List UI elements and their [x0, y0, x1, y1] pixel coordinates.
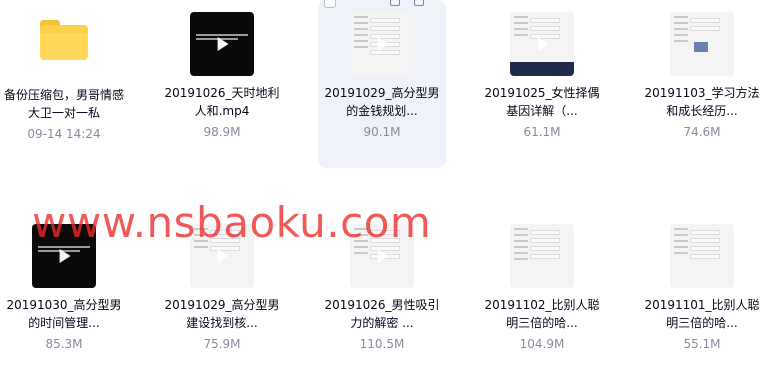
more-icon[interactable]: [414, 0, 424, 6]
file-name: 20191101_比别人聪明三倍的哈...: [644, 298, 760, 330]
file-name: 20191026_男性吸引力的解密 ...: [324, 298, 440, 330]
file-item-folder[interactable]: 备份压缩包，男哥情感 大卫一对一私 09-14 14:24: [0, 12, 128, 142]
video-thumbnail: [670, 224, 734, 288]
play-icon: [217, 249, 229, 263]
file-size: 98.9M: [203, 125, 241, 139]
file-size: 61.1M: [523, 125, 561, 139]
play-icon: [59, 249, 71, 263]
play-icon: [377, 249, 389, 263]
play-icon: [377, 37, 389, 51]
file-name: 20191025_女性择偶基因详解（...: [484, 86, 600, 118]
file-size: 90.1M: [363, 125, 401, 139]
video-thumbnail: [510, 12, 574, 76]
file-name: 20191102_比别人聪明三倍的哈...: [484, 298, 600, 330]
play-icon: [537, 37, 549, 51]
video-thumbnail: [670, 12, 734, 76]
watermark-text: www.nsbaoku.com: [32, 198, 432, 247]
play-icon: [217, 37, 229, 51]
file-item[interactable]: 20191102_比别人聪明三倍的哈... 104.9M: [478, 224, 606, 352]
file-name: 20191103_学习方法和成长经历...: [644, 86, 760, 118]
folder-icon: [40, 20, 88, 60]
folder-thumbnail: [32, 12, 96, 76]
file-size: 74.6M: [683, 125, 721, 139]
file-date: 09-14 14:24: [27, 127, 101, 141]
file-grid: 备份压缩包，男哥情感 大卫一对一私 09-14 14:24 20191026_天…: [0, 0, 769, 366]
file-size: 55.1M: [683, 337, 721, 351]
select-checkbox[interactable]: [324, 0, 336, 8]
file-name: 20191029_高分型男建设找到核...: [164, 298, 280, 330]
file-name: 20191026_天时地利人和.mp4: [164, 86, 280, 118]
file-name: 备份压缩包，男哥情感 大卫一对一私: [4, 88, 124, 120]
file-name: 20191030_高分型男的时间管理...: [6, 298, 122, 330]
share-icon[interactable]: [390, 0, 400, 6]
video-thumbnail: [510, 224, 574, 288]
file-size: 85.3M: [45, 337, 83, 351]
file-item[interactable]: 20191025_女性择偶基因详解（... 61.1M: [478, 12, 606, 140]
file-item-selected[interactable]: 20191029_高分型男的金钱规划... 90.1M: [318, 0, 446, 168]
file-size: 110.5M: [359, 337, 405, 351]
file-item[interactable]: 20191026_天时地利人和.mp4 98.9M: [158, 12, 286, 140]
file-name: 20191029_高分型男的金钱规划...: [324, 86, 440, 118]
file-item[interactable]: 20191101_比别人聪明三倍的哈... 55.1M: [638, 224, 766, 352]
file-item[interactable]: 20191103_学习方法和成长经历... 74.6M: [638, 12, 766, 140]
file-size: 75.9M: [203, 337, 241, 351]
video-thumbnail: [190, 12, 254, 76]
file-size: 104.9M: [519, 337, 565, 351]
video-thumbnail: [350, 12, 414, 76]
selection-toolbar: [324, 0, 440, 8]
